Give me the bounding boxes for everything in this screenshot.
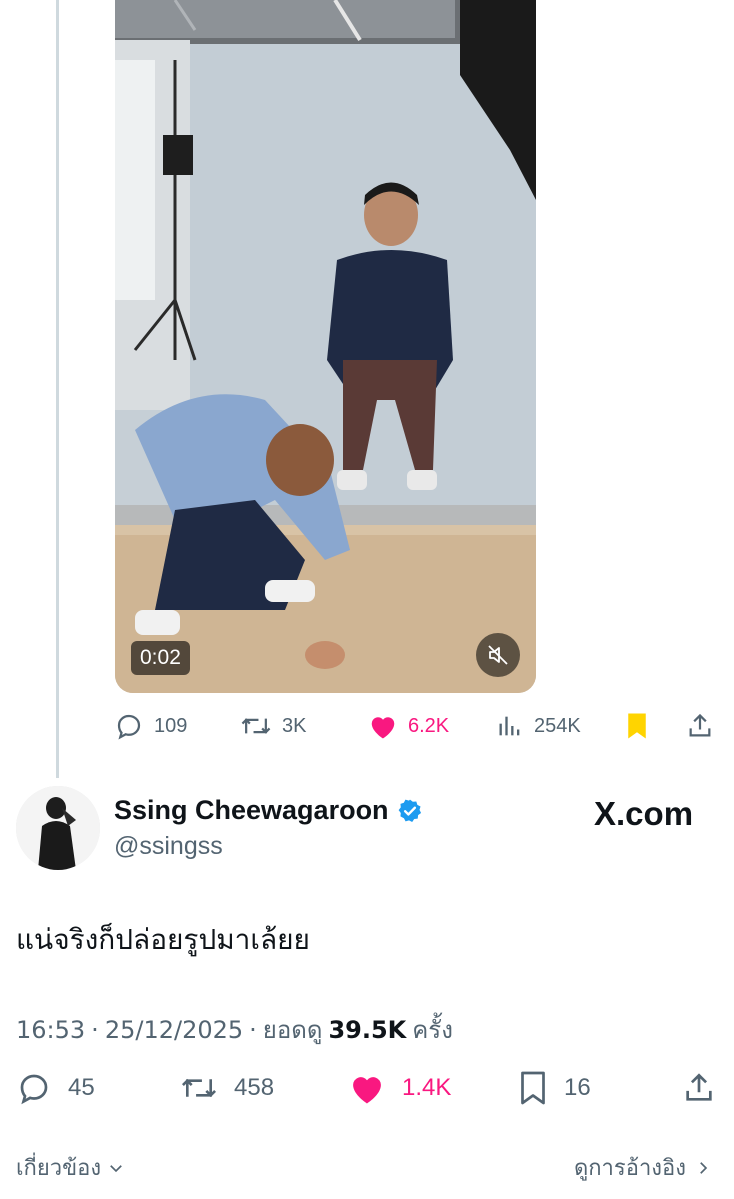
x-logo-text: X.com (594, 795, 694, 832)
post-time[interactable]: 16:53 (16, 1016, 85, 1044)
repost-icon (181, 1078, 217, 1098)
quoted-post-actions: 109 3K 6.2K 254K (114, 708, 718, 744)
views-button[interactable]: 254K (496, 708, 581, 744)
views-count: 39.5K (328, 1016, 407, 1044)
author-name[interactable]: Ssing Cheewagaroon (114, 795, 389, 826)
share-button[interactable] (682, 1068, 716, 1108)
author-handle[interactable]: @ssingss (114, 832, 223, 861)
repost-count: 3K (282, 714, 307, 737)
reply-count: 109 (154, 714, 188, 737)
repost-icon (241, 718, 271, 734)
video-thumbnail (115, 0, 536, 693)
views-suffix: ครั้ง (412, 1016, 453, 1044)
views-icon (499, 716, 520, 736)
x-watermark: X.com (594, 795, 693, 833)
author-name-row[interactable]: Ssing Cheewagaroon (114, 795, 423, 826)
verified-badge-icon (398, 799, 421, 822)
avatar-image (16, 786, 100, 870)
avatar[interactable] (16, 786, 100, 870)
view-quotes-label: ดูการอ้างอิง (573, 1156, 686, 1181)
related-label: เกี่ยวข้อง (16, 1156, 102, 1181)
views-count: 254K (534, 714, 581, 737)
post-actions: 45 458 1.4K 16 (16, 1068, 718, 1108)
bookmark-icon (521, 1071, 545, 1105)
post-date[interactable]: 25/12/2025 (105, 1016, 243, 1044)
repost-button[interactable]: 458 (180, 1068, 274, 1108)
like-count: 1.4K (402, 1074, 452, 1101)
bookmark-button[interactable] (624, 708, 650, 744)
video-duration: 0:02 (131, 641, 190, 675)
post-text: แน่จริงก็ปล่อยรูปมาเล้ยย (16, 923, 310, 956)
video-player[interactable]: 0:02 (115, 0, 536, 693)
chevron-down-icon (110, 1164, 122, 1172)
meta-separator: · (249, 1016, 257, 1044)
reply-button[interactable]: 109 (114, 708, 187, 744)
repost-button[interactable]: 3K (240, 708, 306, 744)
views-label: ยอดดู (262, 1016, 323, 1044)
share-icon (689, 713, 711, 737)
share-icon (686, 1073, 712, 1101)
heart-icon (353, 1077, 381, 1104)
bookmark-button[interactable]: 16 (518, 1068, 591, 1108)
reply-count: 45 (68, 1074, 95, 1101)
thread-line (56, 0, 59, 778)
like-count: 6.2K (408, 714, 450, 737)
mute-icon (488, 645, 508, 665)
mute-button[interactable] (476, 633, 520, 677)
repost-count: 458 (234, 1074, 275, 1101)
meta-separator: · (91, 1016, 99, 1044)
bookmark-icon (628, 713, 646, 739)
reply-button[interactable]: 45 (16, 1068, 95, 1108)
like-button[interactable]: 6.2K (368, 708, 449, 744)
chevron-right-icon (700, 1161, 708, 1174)
post-meta: 16:53 · 25/12/2025 · ยอดดู 39.5K ครั้ง (16, 1010, 453, 1049)
reply-icon (117, 714, 141, 740)
heart-icon (371, 717, 395, 739)
bookmark-count: 16 (564, 1074, 591, 1101)
related-toggle[interactable]: เกี่ยวข้อง (16, 1150, 125, 1185)
reply-icon (20, 1074, 48, 1105)
like-button[interactable]: 1.4K (348, 1068, 451, 1108)
share-button[interactable] (686, 708, 714, 744)
view-quotes-link[interactable]: ดูการอ้างอิง (574, 1150, 712, 1185)
